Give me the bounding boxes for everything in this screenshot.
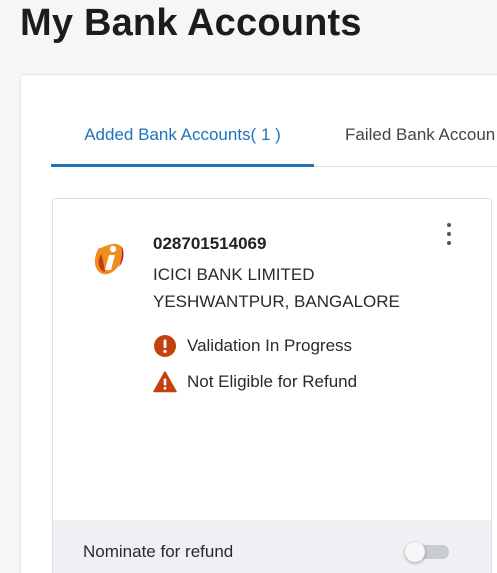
bank-account-card: 028701514069 ICICI BANK LIMITED YESHWANT… (52, 198, 492, 573)
icici-bank-logo-icon (94, 243, 124, 275)
more-options-icon[interactable] (439, 221, 459, 247)
toggle-knob (405, 542, 425, 562)
page-title: My Bank Accounts (20, 2, 362, 44)
account-number: 028701514069 (153, 234, 267, 253)
validation-status-text: Validation In Progress (187, 336, 353, 355)
warning-triangle-icon (153, 371, 177, 393)
validation-status: Validation In Progress (153, 334, 352, 358)
page: My Bank Accounts Added Bank Accounts( 1 … (0, 0, 497, 573)
bank-accounts-panel: Added Bank Accounts( 1 ) Failed Bank Acc… (20, 74, 497, 573)
nominate-label: Nominate for refund (83, 542, 234, 561)
tab-added-bank-accounts[interactable]: Added Bank Accounts( 1 ) (51, 121, 314, 167)
tab-failed-bank-accounts[interactable]: Failed Bank Accoun (345, 121, 495, 167)
bank-branch: YESHWANTPUR, BANGALORE (153, 292, 400, 311)
nominate-toggle[interactable] (405, 542, 451, 562)
refund-eligibility-text: Not Eligible for Refund (187, 372, 358, 391)
exclamation-circle-icon (154, 335, 176, 357)
tab-bar: Added Bank Accounts( 1 ) Failed Bank Acc… (51, 121, 497, 167)
nominate-footer: Nominate for refund (53, 520, 491, 573)
bank-name: ICICI BANK LIMITED (153, 265, 315, 284)
refund-eligibility-status: Not Eligible for Refund (153, 370, 357, 394)
